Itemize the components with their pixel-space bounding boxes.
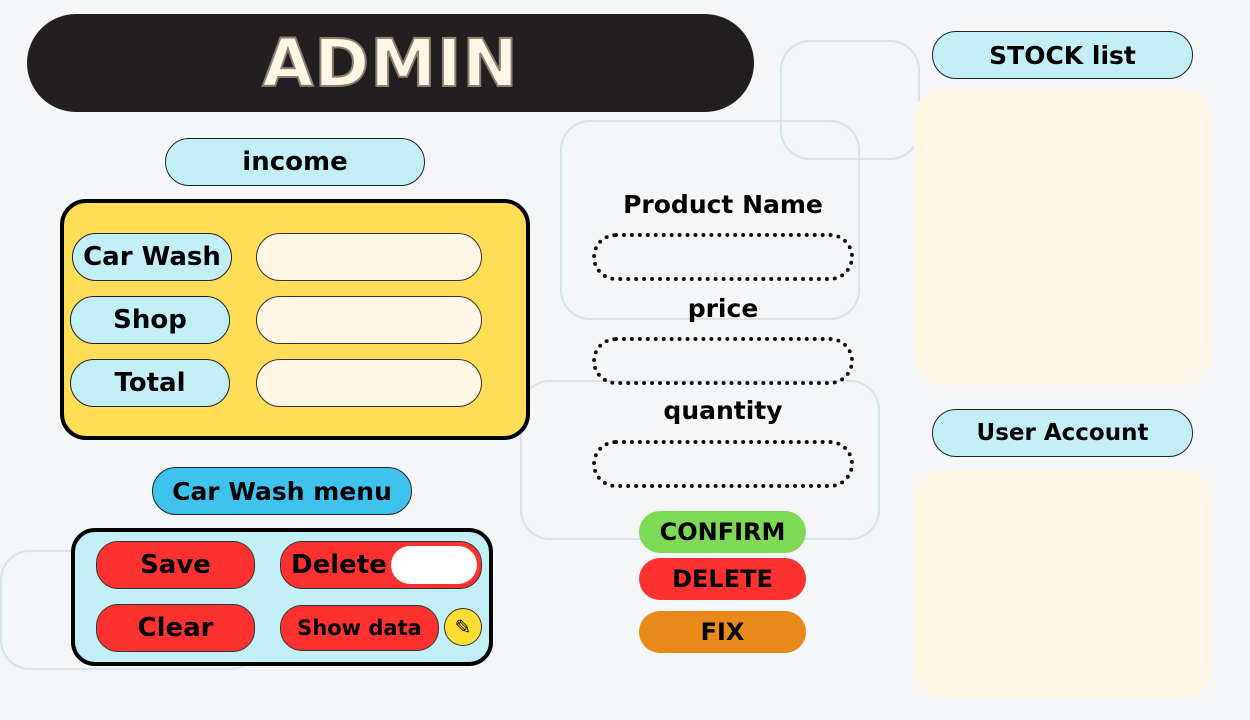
income-label-shop: Shop: [70, 296, 230, 344]
income-label-car-wash: Car Wash: [72, 233, 232, 281]
clear-button[interactable]: Clear: [96, 604, 255, 652]
menu-title-text: Car Wash menu: [172, 476, 392, 506]
save-button[interactable]: Save: [96, 541, 255, 589]
background-decoration: [780, 40, 920, 160]
label-text: Car Wash: [83, 242, 221, 272]
price-label: price: [687, 294, 759, 323]
car-wash-menu-title: Car Wash menu: [152, 467, 412, 515]
page-title: ADMIN: [261, 24, 519, 103]
stock-title-text: STOCK list: [989, 40, 1136, 70]
show-data-button[interactable]: Show data: [280, 605, 439, 651]
admin-header: ADMIN: [27, 14, 754, 112]
label-text: Total: [114, 368, 186, 398]
stock-list-title: STOCK list: [932, 31, 1193, 79]
label-text: Shop: [113, 305, 187, 335]
save-label: Save: [140, 550, 211, 580]
product-name-input[interactable]: [592, 233, 854, 281]
delete-label: Delete: [291, 550, 387, 580]
fix-label: FIX: [700, 618, 745, 646]
edit-icon[interactable]: ✎: [444, 608, 482, 646]
delete-product-button[interactable]: DELETE: [639, 558, 806, 600]
price-input[interactable]: [592, 337, 854, 385]
confirm-label: CONFIRM: [659, 518, 786, 546]
quantity-label: quantity: [663, 396, 783, 425]
confirm-button[interactable]: CONFIRM: [639, 511, 806, 553]
income-car-wash-field[interactable]: [256, 233, 482, 281]
delete-button[interactable]: Delete: [280, 541, 482, 589]
user-title-text: User Account: [976, 420, 1149, 446]
income-total-field[interactable]: [256, 359, 482, 407]
income-title-text: income: [242, 147, 348, 177]
user-account-title: User Account: [932, 409, 1193, 457]
user-account-panel[interactable]: [914, 470, 1211, 698]
income-label-total: Total: [70, 359, 230, 407]
income-shop-field[interactable]: [256, 296, 482, 344]
delete-id-input[interactable]: [391, 546, 477, 584]
product-name-label: Product Name: [623, 190, 823, 219]
stock-list-panel[interactable]: [914, 88, 1211, 385]
fix-button[interactable]: FIX: [639, 611, 806, 653]
delete-product-label: DELETE: [672, 565, 773, 593]
quantity-input[interactable]: [592, 440, 854, 488]
income-title: income: [165, 138, 425, 186]
clear-label: Clear: [137, 613, 214, 643]
show-data-label: Show data: [297, 616, 422, 640]
